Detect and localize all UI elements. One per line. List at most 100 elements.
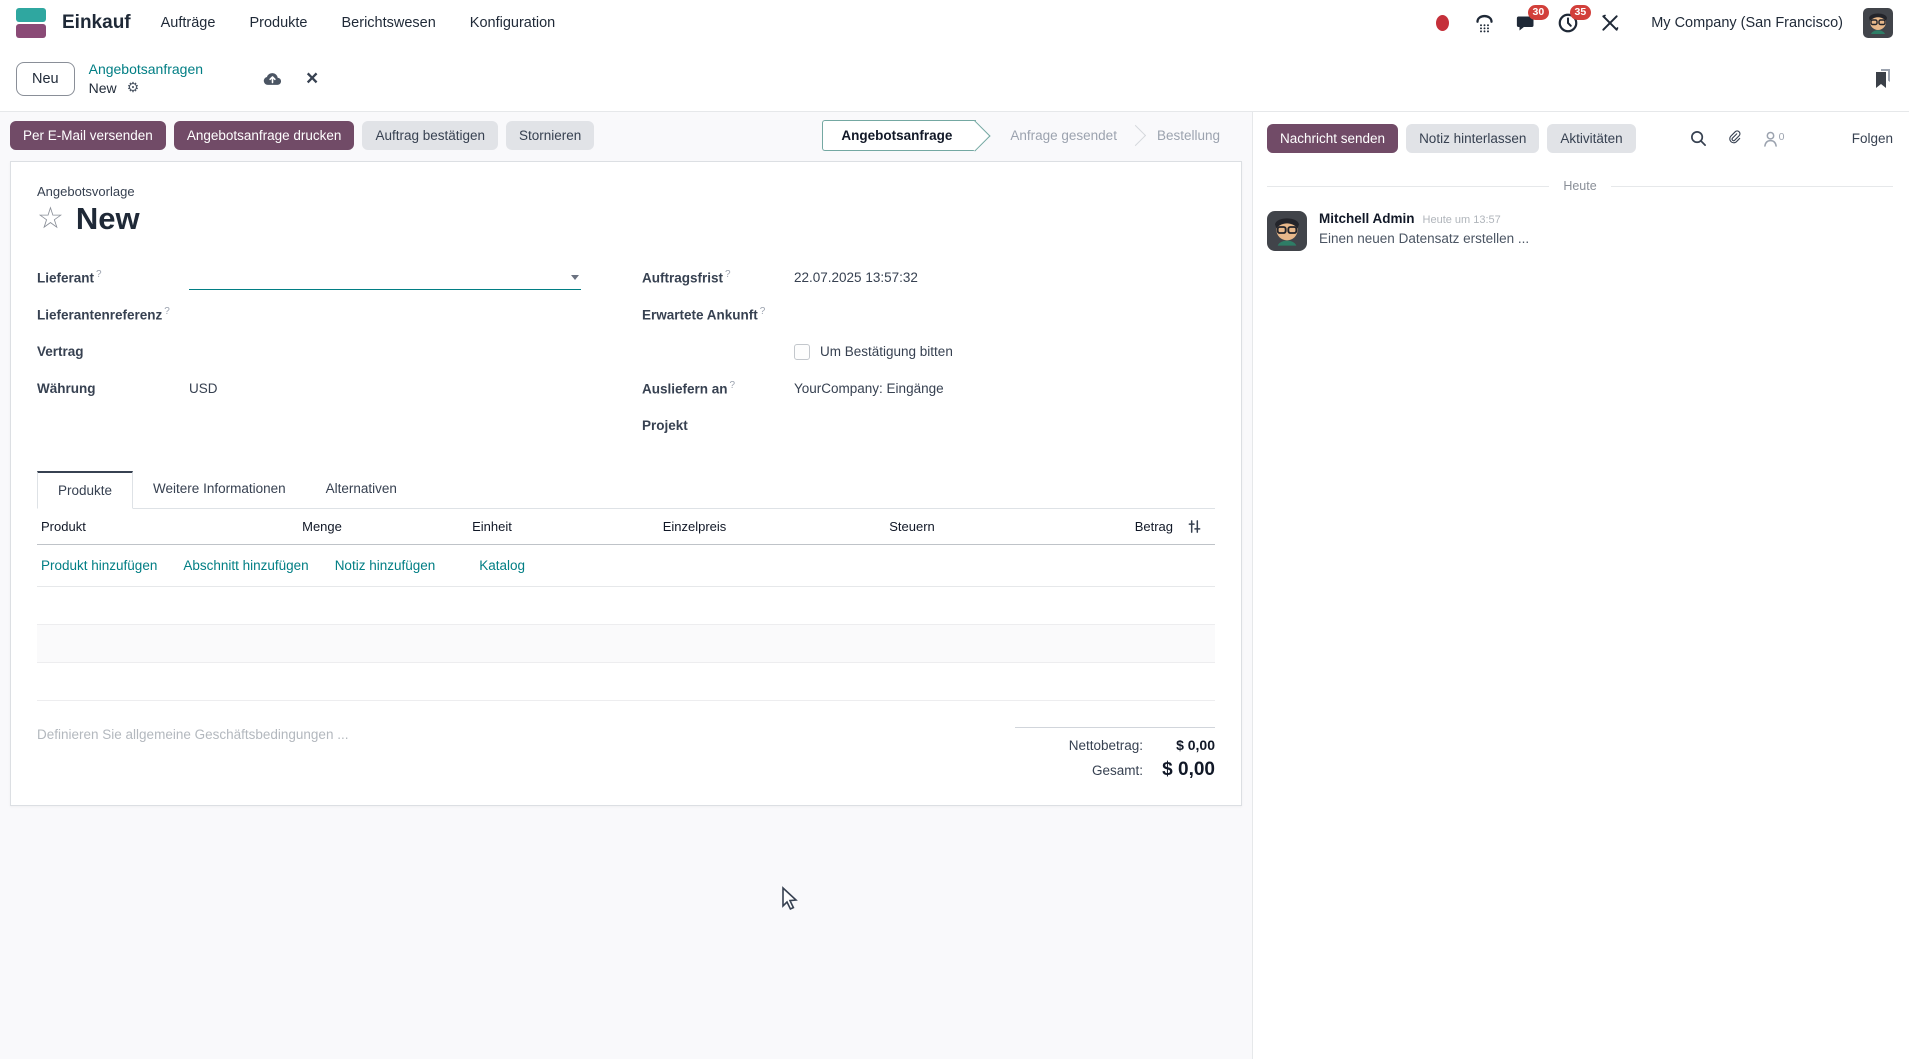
messages-icon[interactable]: 30	[1515, 12, 1537, 34]
vertrag-label: Vertrag	[37, 344, 189, 359]
help-icon: ?	[730, 380, 736, 391]
auftragsfrist-label: Auftragsfrist?	[642, 269, 794, 286]
send-by-email-button[interactable]: Per E-Mail versenden	[10, 121, 166, 150]
projekt-label: Projekt	[642, 418, 794, 433]
totals-block: Nettobetrag: $ 0,00 Gesamt: $ 0,00	[1015, 727, 1215, 781]
recording-indicator-icon	[1431, 12, 1453, 34]
send-message-button[interactable]: Nachricht senden	[1267, 124, 1398, 153]
projekt-input[interactable]	[794, 416, 1094, 436]
dropdown-caret-icon[interactable]	[571, 275, 579, 280]
message-body: Einen neuen Datensatz erstellen ...	[1319, 231, 1529, 246]
new-record-button[interactable]: Neu	[16, 62, 75, 96]
optional-columns-icon[interactable]	[1177, 519, 1217, 534]
field-group-right: Auftragsfrist? 22.07.2025 13:57:32 Erwar…	[642, 259, 1197, 444]
empty-row	[37, 587, 1215, 625]
lieferantenreferenz-label: Lieferantenreferenz?	[37, 306, 189, 323]
ausliefern-value[interactable]: YourCompany: Eingänge	[794, 381, 944, 396]
bookmark-icon[interactable]	[1873, 68, 1893, 90]
col-steuern[interactable]: Steuern	[797, 519, 1027, 534]
discard-icon[interactable]: ×	[306, 68, 318, 89]
stage-rfq[interactable]: Angebotsanfrage	[822, 120, 976, 151]
help-icon: ?	[96, 269, 102, 280]
menu-konfiguration[interactable]: Konfiguration	[470, 15, 555, 31]
catalog-link[interactable]: Katalog	[479, 558, 525, 573]
terms-placeholder[interactable]: Definieren Sie allgemeine Geschäftsbedin…	[37, 727, 348, 781]
activities-clock-icon[interactable]: 35	[1557, 12, 1579, 34]
col-menge[interactable]: Menge	[252, 519, 392, 534]
col-einheit[interactable]: Einheit	[392, 519, 592, 534]
menu-berichtswesen[interactable]: Berichtswesen	[342, 15, 436, 31]
top-navbar: Einkauf Aufträge Produkte Berichtswesen …	[0, 0, 1909, 46]
breadcrumb-current: New	[89, 80, 117, 96]
receipt-reminder-checkbox[interactable]	[794, 344, 810, 360]
ausliefern-label: Ausliefern an?	[642, 380, 794, 397]
bestaetigung-label: Um Bestätigung bitten	[820, 344, 953, 359]
empty-row	[37, 625, 1215, 663]
confirm-order-button[interactable]: Auftrag bestätigen	[362, 121, 498, 150]
add-product-link[interactable]: Produkt hinzufügen	[41, 558, 157, 573]
tab-weitere-informationen[interactable]: Weitere Informationen	[133, 471, 306, 509]
form-sheet: Angebotsvorlage ☆ New Lieferant? Liefera…	[10, 161, 1242, 806]
waehrung-label: Währung	[37, 381, 189, 396]
tools-icon[interactable]	[1599, 12, 1621, 34]
untaxed-amount-label: Nettobetrag:	[1069, 738, 1143, 753]
erwartete-ankunft-label: Erwartete Ankunft?	[642, 306, 794, 323]
col-produkt[interactable]: Produkt	[37, 519, 252, 534]
chatter-message: Mitchell Admin Heute um 13:57 Einen neue…	[1267, 211, 1893, 251]
stage-rfq-sent[interactable]: Anfrage gesendet	[990, 121, 1137, 150]
log-note-button[interactable]: Notiz hinterlassen	[1406, 124, 1539, 153]
field-group-left: Lieferant? Lieferantenreferenz? Vertrag …	[37, 259, 592, 444]
cancel-button[interactable]: Stornieren	[506, 121, 594, 150]
lieferant-input[interactable]	[189, 266, 581, 290]
app-name[interactable]: Einkauf	[62, 12, 131, 34]
print-rfq-button[interactable]: Angebotsanfrage drucken	[174, 121, 355, 150]
save-cloud-icon[interactable]	[263, 70, 282, 87]
user-avatar[interactable]	[1863, 8, 1893, 38]
follow-button[interactable]: Folgen	[1852, 131, 1893, 146]
odoo-logo-icon[interactable]	[16, 8, 46, 38]
col-betrag[interactable]: Betrag	[1027, 519, 1177, 534]
untaxed-amount-value: $ 0,00	[1157, 737, 1215, 753]
messages-badge: 30	[1528, 5, 1550, 20]
auftragsfrist-value[interactable]: 22.07.2025 13:57:32	[794, 270, 918, 285]
vertrag-input[interactable]	[189, 342, 489, 362]
col-einzelpreis[interactable]: Einzelpreis	[592, 519, 797, 534]
statusbar: Angebotsanfrage Anfrage gesendet Bestell…	[822, 120, 1240, 151]
app-menu: Aufträge Produkte Berichtswesen Konfigur…	[161, 15, 556, 31]
favorite-star-icon[interactable]: ☆	[37, 204, 64, 234]
record-title[interactable]: New	[76, 201, 140, 237]
erwartete-ankunft-input[interactable]	[794, 305, 1094, 325]
add-note-link[interactable]: Notiz hinzufügen	[335, 558, 436, 573]
company-switcher[interactable]: My Company (San Francisco)	[1651, 15, 1843, 31]
phone-icon[interactable]	[1473, 12, 1495, 34]
form-pane: Per E-Mail versenden Angebotsanfrage dru…	[0, 112, 1252, 1059]
table-header-row: Produkt Menge Einheit Einzelpreis Steuer…	[37, 509, 1215, 545]
waehrung-value[interactable]: USD	[189, 381, 218, 396]
activities-button[interactable]: Aktivitäten	[1547, 124, 1635, 153]
breadcrumb-parent-link[interactable]: Angebotsanfragen	[89, 61, 203, 77]
stage-purchase-order[interactable]: Bestellung	[1137, 121, 1240, 150]
attachments-icon[interactable]	[1727, 130, 1743, 147]
chatter-panel: Nachricht senden Notiz hinterlassen Akti…	[1252, 112, 1909, 1059]
tab-alternativen[interactable]: Alternativen	[306, 471, 417, 509]
help-icon: ?	[760, 306, 766, 317]
menu-produkte[interactable]: Produkte	[249, 15, 307, 31]
control-panel: Per E-Mail versenden Angebotsanfrage dru…	[0, 112, 1252, 159]
notebook-tabs: Produkte Weitere Informationen Alternati…	[37, 470, 1215, 509]
message-avatar[interactable]	[1267, 211, 1307, 251]
breadcrumb: Angebotsanfragen New ⚙	[89, 61, 203, 96]
activities-badge: 35	[1570, 5, 1592, 20]
record-actions-gear-icon[interactable]: ⚙	[127, 79, 140, 96]
total-label: Gesamt:	[1092, 763, 1143, 778]
tab-produkte[interactable]: Produkte	[37, 471, 133, 509]
add-section-link[interactable]: Abschnitt hinzufügen	[183, 558, 308, 573]
menu-auftraege[interactable]: Aufträge	[161, 15, 216, 31]
total-value: $ 0,00	[1157, 759, 1215, 781]
breadcrumb-bar: Neu Angebotsanfragen New ⚙ ×	[0, 46, 1909, 112]
lieferantenreferenz-input[interactable]	[189, 305, 489, 325]
search-messages-icon[interactable]	[1690, 130, 1707, 147]
followers-count: 0	[1779, 131, 1785, 143]
followers-icon[interactable]: 0	[1763, 131, 1785, 147]
help-icon: ?	[164, 306, 170, 317]
message-author[interactable]: Mitchell Admin	[1319, 211, 1415, 226]
